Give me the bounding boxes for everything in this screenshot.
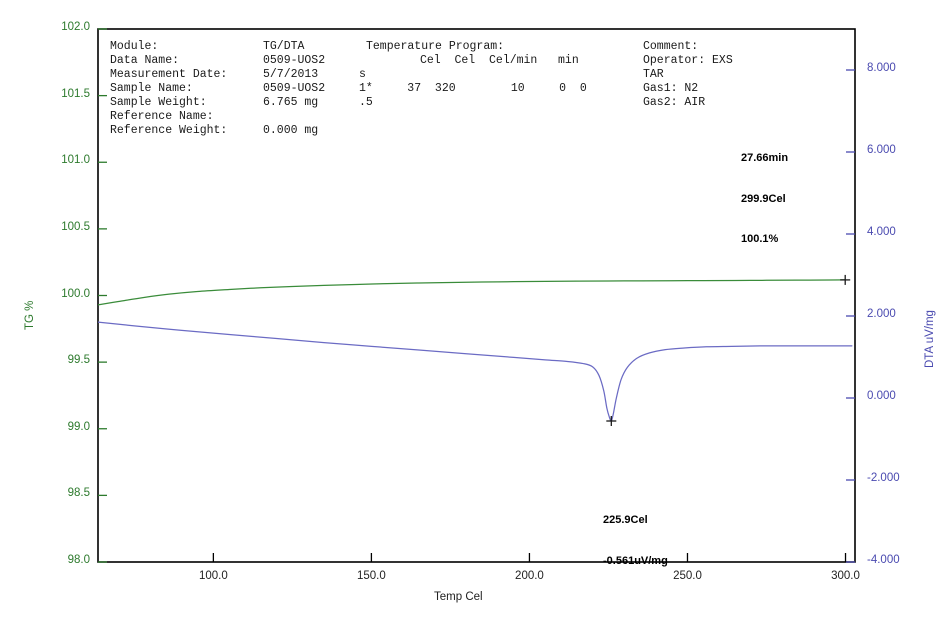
- peak-annotation-temp: 225.9Cel: [603, 514, 648, 526]
- right-tick-label: -2.000: [867, 472, 900, 484]
- gas2-label: Gas2: AIR: [643, 96, 706, 109]
- info-label-reference-weight: Reference Weight:: [110, 124, 228, 137]
- gas1-label: Gas1: N2: [643, 82, 699, 95]
- left-tick-label: 100.0: [61, 287, 90, 300]
- plot-frame: [97, 28, 856, 563]
- left-axis-title: TG %: [24, 300, 36, 330]
- info-value-data-name: 0509-UOS2: [263, 54, 326, 67]
- x-tick-label: 250.0: [673, 570, 702, 582]
- left-tick-label: 99.5: [67, 354, 90, 367]
- temperature-program-units: Cel Cel Cel/min min: [420, 54, 579, 67]
- x-tick-label: 300.0: [831, 570, 860, 582]
- info-value-reference-weight: 0.000 mg: [263, 124, 319, 137]
- tg-dta-chart: Module: Data Name: Measurement Date: Sam…: [0, 0, 942, 619]
- left-tick-label: 102.0: [61, 21, 90, 33]
- info-label-sample-weight: Sample Weight:: [110, 96, 207, 109]
- right-tick-label: 6.000: [867, 144, 896, 156]
- info-value-module: TG/DTA: [263, 40, 305, 53]
- info-label-reference-name: Reference Name:: [110, 110, 214, 123]
- endpoint-annotation: 27.66min 299.9Cel 100.1%: [741, 125, 788, 274]
- x-axis-title: Temp Cel: [434, 591, 483, 603]
- x-tick-label: 150.0: [357, 570, 386, 582]
- right-tick-label: 8.000: [867, 62, 896, 74]
- endpoint-annotation-temp: 299.9Cel: [741, 192, 786, 205]
- info-label-data-name: Data Name:: [110, 54, 180, 67]
- info-label-sample-name: Sample Name:: [110, 82, 193, 95]
- endpoint-annotation-percent: 100.1%: [741, 233, 779, 245]
- left-tick-label: 98.0: [67, 554, 90, 566]
- left-tick-label: 100.5: [61, 220, 90, 233]
- right-tick-label: -4.000: [867, 554, 900, 566]
- left-tick-label: 101.0: [61, 154, 90, 167]
- endpoint-annotation-time: 27.66min: [741, 152, 789, 164]
- info-label-measurement-date: Measurement Date:: [110, 68, 228, 81]
- right-tick-label: 2.000: [867, 308, 896, 320]
- left-tick-label: 98.5: [67, 487, 90, 500]
- x-tick-label: 200.0: [515, 570, 544, 582]
- info-value-sample-name: 0509-UOS2: [263, 82, 326, 95]
- x-tick-label: 100.0: [198, 570, 228, 582]
- comment-tar: TAR: [643, 68, 664, 81]
- right-tick-label: 4.000: [867, 226, 896, 238]
- right-tick-label: 0.000: [867, 390, 896, 402]
- temperature-program-row-s: s: [359, 68, 366, 81]
- temperature-program-row-5: .5: [359, 96, 373, 109]
- operator-label: Operator: EXS: [643, 54, 733, 67]
- left-tick-label: 99.0: [67, 420, 90, 433]
- peak-annotation-value: -0.561uV/mg: [603, 554, 668, 567]
- temperature-program-row-1: 1* 37 320 10 0 0: [359, 82, 587, 95]
- info-value-measurement-date: 5/7/2013: [263, 68, 319, 81]
- info-value-sample-weight: 6.765 mg: [263, 96, 319, 109]
- comment-title: Comment:: [643, 40, 699, 53]
- left-tick-label: 101.5: [61, 87, 90, 100]
- info-label-module: Module:: [110, 40, 159, 53]
- temperature-program-title: Temperature Program:: [366, 40, 505, 53]
